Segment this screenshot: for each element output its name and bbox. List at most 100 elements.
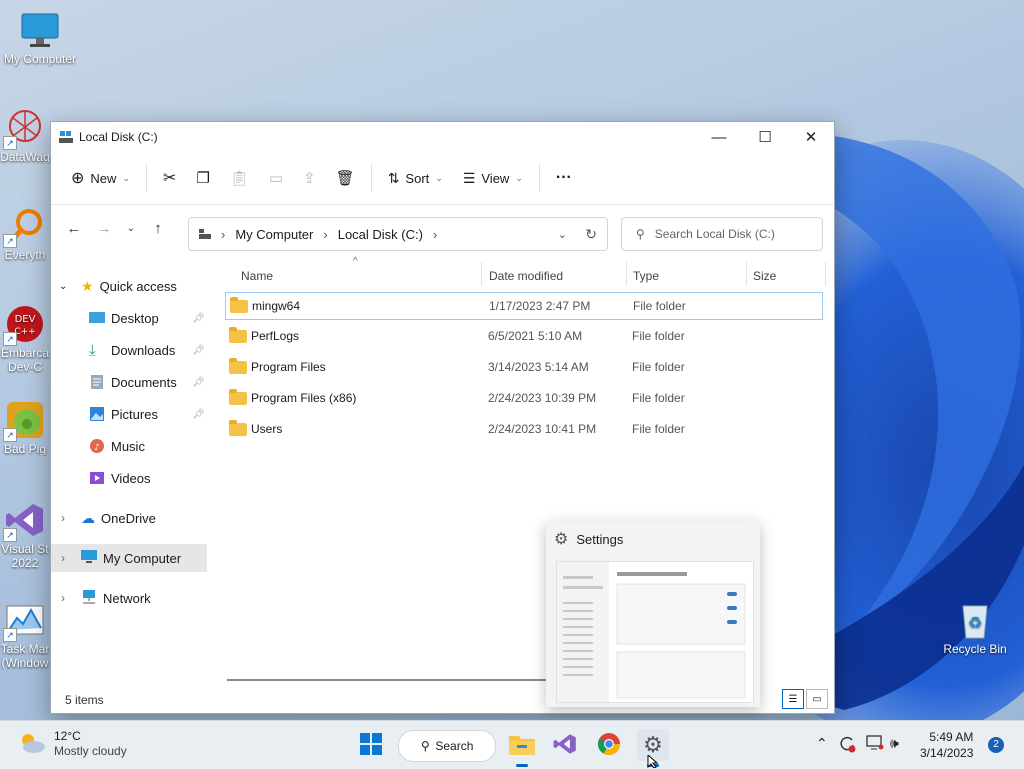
nav-desktop[interactable]: Desktop 📌︎ [51,304,209,332]
column-header-size[interactable]: Size [753,266,813,286]
tile-icon: ▭ [812,693,822,705]
rename-button[interactable]: ▭ [259,163,293,193]
chevron-down-icon: ⌄ [435,172,443,183]
details-view-button[interactable]: ☰ [782,689,804,709]
recent-locations-button[interactable]: ⌄ [119,213,143,243]
nav-onedrive[interactable]: › ☁ OneDrive [51,504,209,532]
up-button[interactable]: ↑ [143,213,173,243]
desktop-icon-my-computer[interactable]: My Computer [0,10,80,66]
command-bar: ⊕ New ⌄ ✂ ❐ 📋︎ ▭ ⇪ 🗑︎ ⇅ Sort ⌄ ☰ View ⌄ … [51,152,834,205]
nav-my-computer[interactable]: › My Computer [51,544,207,572]
address-dropdown-icon[interactable]: ⌄ [558,228,567,241]
see-more-button[interactable]: ··· [546,163,582,193]
taskbar-chrome[interactable] [593,729,625,761]
file-row-program-files-x86[interactable]: Program Files (x86) 2/24/2023 10:39 PM F… [225,385,821,411]
taskbar-search-button[interactable]: ⚲ Search [398,730,496,762]
file-row-perflogs[interactable]: PerfLogs 6/5/2021 5:10 AM File folder [225,323,821,349]
clock[interactable]: 5:49 AM 3/14/2023 [920,729,973,761]
desktop-icon-everything[interactable]: ↗ Everyth [0,206,50,262]
clipboard-icon: 📋︎ [229,170,249,187]
maximize-button[interactable]: ☐ [742,122,788,152]
copy-icon: ❐ [196,170,210,187]
arrow-right-icon: → [96,219,112,237]
desktop-icon-task-manager[interactable]: ↗ Task Mar (Window [0,600,50,670]
chevron-right-icon: › [323,226,328,242]
svg-text:♻: ♻ [968,613,982,632]
nav-documents[interactable]: Documents 📌︎ [51,368,209,396]
copy-button[interactable]: ❐ [186,163,219,193]
folder-icon [509,733,535,758]
column-header-date[interactable]: Date modified [489,266,619,286]
view-button[interactable]: ☰ View ⌄ [453,164,533,193]
notification-badge[interactable]: 2 [988,737,1004,753]
show-hidden-icons-button[interactable]: ⌃ [816,735,828,752]
horizontal-scrollbar[interactable] [227,679,547,681]
view-lines-icon: ☰ [462,169,476,186]
folder-icon [230,296,248,313]
nav-quick-access[interactable]: ⌄ ★ Quick access [51,272,209,300]
column-header-type[interactable]: Type [633,266,733,286]
desktop-icon-label: DataWag [0,150,50,164]
display-network-icon[interactable] [866,735,884,754]
sort-button[interactable]: ⇅ Sort ⌄ [378,164,453,193]
new-button[interactable]: ⊕ New ⌄ [61,162,140,194]
desktop-icon-datawag[interactable]: ↗ DataWag [0,108,50,164]
monitor-icon [81,549,97,567]
sync-icon[interactable] [838,735,856,756]
chevron-down-icon: ⌄ [515,172,523,183]
nav-pictures[interactable]: Pictures 📌︎ [51,400,209,428]
file-row-mingw64[interactable]: mingw64 1/17/2023 2:47 PM File folder [225,292,823,320]
nav-videos[interactable]: Videos [51,464,209,492]
desktop-icon-label: Task Mar (Window [0,642,50,670]
minimize-button[interactable]: — [696,122,742,152]
taskbar-visual-studio[interactable] [549,729,581,761]
file-row-program-files[interactable]: Program Files 3/14/2023 5:14 AM File fol… [225,354,821,380]
start-button[interactable] [355,729,387,761]
toolbar-separator [145,164,147,192]
column-header-name[interactable]: Name [241,266,471,286]
nav-network[interactable]: › Network [51,584,209,612]
settings-thumbnail-preview[interactable]: ⚙ Settings [546,521,760,707]
tiles-view-button[interactable]: ▭ [806,689,828,709]
breadcrumb-local-disk[interactable]: Local Disk (C:) [338,227,423,242]
taskbar-file-explorer[interactable] [506,729,538,767]
close-button[interactable]: ✕ [788,122,834,152]
monitor-icon [20,10,60,50]
toolbar-separator [370,164,372,192]
desktop-icon-label: My Computer [3,52,77,66]
task-manager-icon: ↗ [3,600,45,642]
delete-button[interactable]: 🗑︎ [326,163,365,193]
share-button[interactable]: ⇪ [293,163,326,193]
cut-button[interactable]: ✂ [153,162,186,194]
desktop-icon-bad-piggies[interactable]: ↗ Bad Pig [0,400,50,456]
chevron-right-icon: › [61,591,65,605]
file-type: File folder [632,422,685,436]
desktop-icon-label: Visual St 2022 [1,542,49,570]
volume-icon[interactable]: 🕪︎ [890,735,899,752]
weather-desc: Mostly cloudy [54,744,127,758]
desktop-icon-label: Everyth [4,248,46,262]
file-type: File folder [632,360,685,374]
chrome-icon [597,732,621,759]
desktop-icon-devcpp[interactable]: DEV C++ ↗ Embarca Dev-C [0,304,50,374]
desktop-icon-recycle-bin[interactable]: ♻ Recycle Bin [935,600,1015,656]
refresh-icon[interactable]: ↻ [585,226,597,243]
nav-downloads[interactable]: ⤓ Downloads 📌︎ [51,336,209,364]
document-icon [89,374,105,390]
title-bar[interactable]: Local Disk (C:) — ☐ ✕ [51,122,834,152]
file-name: Users [251,422,283,436]
chevron-down-icon: ⌄ [59,280,68,292]
back-button[interactable]: ← [59,213,89,243]
shortcut-arrow-icon: ↗ [3,428,17,442]
file-date: 6/5/2021 5:10 AM [488,329,583,343]
paste-button[interactable]: 📋︎ [220,163,259,193]
breadcrumb-my-computer[interactable]: My Computer [235,227,313,242]
file-row-users[interactable]: Users 2/24/2023 10:41 PM File folder [225,416,821,442]
forward-button[interactable]: → [89,213,119,243]
address-bar[interactable]: › My Computer › Local Disk (C:) › ⌄ ↻ [188,217,608,251]
search-box[interactable]: ⚲ Search Local Disk (C:) [621,217,823,251]
nav-music[interactable]: ♪ Music [51,432,209,460]
desktop-icon-visual-studio[interactable]: ↗ Visual St 2022 [0,500,50,570]
magnifier-icon: ↗ [3,206,45,248]
weather-widget[interactable]: 12°C Mostly cloudy [18,729,127,759]
